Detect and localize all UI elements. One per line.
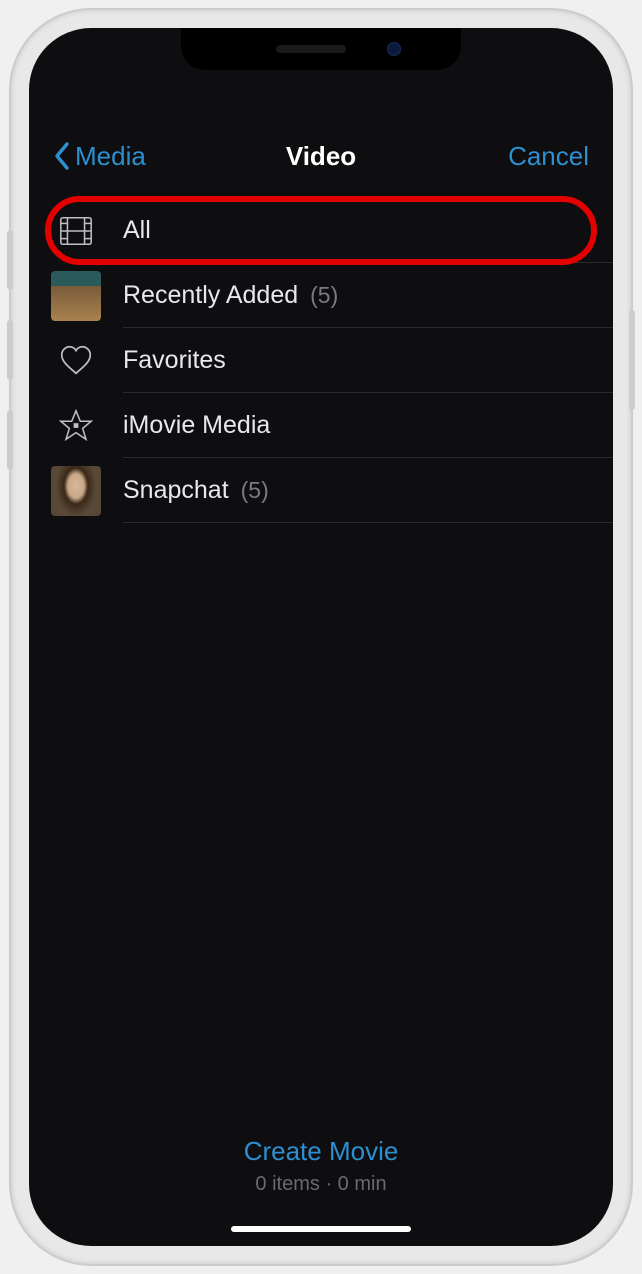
chevron-left-icon <box>53 141 71 171</box>
notch <box>181 28 461 70</box>
back-button[interactable]: Media <box>53 141 146 172</box>
album-row-favorites[interactable]: Favorites <box>29 328 613 393</box>
album-row-imovie-media[interactable]: iMovie Media <box>29 393 613 458</box>
album-label: iMovie Media <box>123 411 270 440</box>
album-label: Recently Added <box>123 281 298 310</box>
album-label: Favorites <box>123 346 226 375</box>
album-row-snapchat[interactable]: Snapchat (5) <box>29 458 613 523</box>
album-row-all[interactable]: All <box>29 198 613 263</box>
album-count: (5) <box>310 282 338 309</box>
thumbnail-image <box>51 271 101 321</box>
front-camera <box>387 42 401 56</box>
navigation-bar: Media Video Cancel <box>29 128 613 184</box>
page-title: Video <box>286 141 356 172</box>
album-label: Snapchat <box>123 476 229 505</box>
home-indicator[interactable] <box>231 1226 411 1232</box>
album-row-recently-added[interactable]: Recently Added (5) <box>29 263 613 328</box>
back-label: Media <box>75 141 146 172</box>
album-label: All <box>123 216 151 245</box>
speaker <box>276 45 346 53</box>
thumbnail-image <box>51 466 101 516</box>
album-count: (5) <box>241 477 269 504</box>
star-icon <box>51 401 101 451</box>
screen: Media Video Cancel <box>29 28 613 1246</box>
album-list: All Recently Added (5) Favorites <box>29 184 613 1136</box>
phone-frame: Media Video Cancel <box>11 10 631 1264</box>
film-icon <box>51 206 101 256</box>
footer-status: 0 items · 0 min <box>29 1173 613 1196</box>
cancel-button[interactable]: Cancel <box>508 141 589 172</box>
create-movie-button[interactable]: Create Movie <box>244 1136 399 1167</box>
heart-icon <box>51 336 101 386</box>
